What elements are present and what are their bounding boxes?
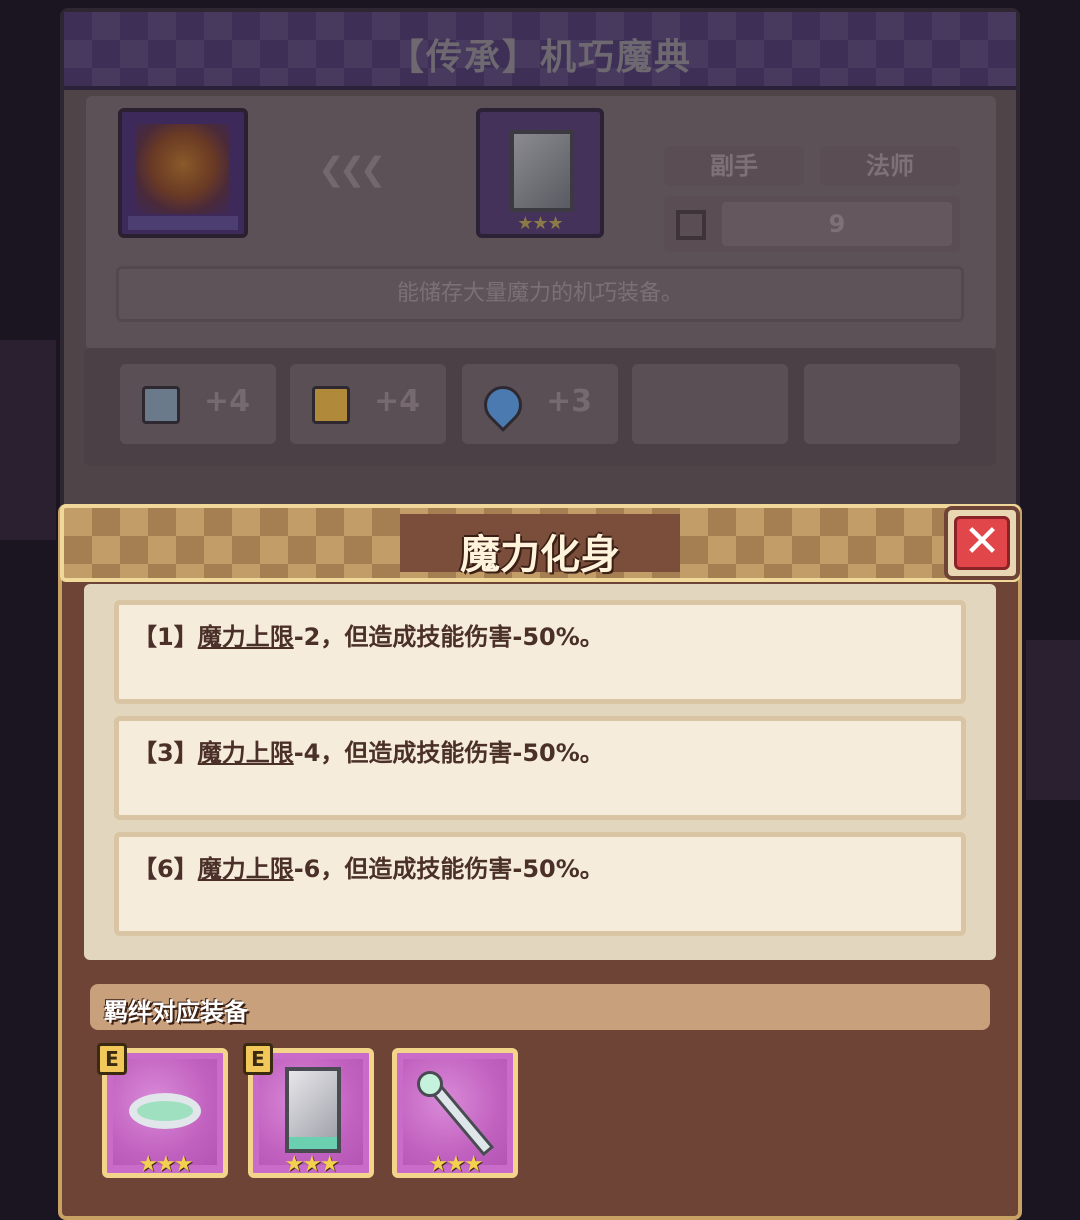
equipment-slot-grimoire[interactable]: E ★★★: [243, 1043, 374, 1178]
effect-text: 【3】魔力上限-4，但造成技能伤害-50%。: [133, 733, 604, 768]
ring-icon: [129, 1093, 201, 1129]
class-tag: 法师: [820, 146, 960, 186]
effect-detail: -4，但造成技能伤害-50%。: [293, 739, 604, 767]
grimoire-icon: [510, 130, 574, 212]
effect-keyword-link[interactable]: 魔力上限: [198, 855, 294, 883]
close-button[interactable]: ✕: [944, 506, 1020, 580]
equipment-stars: ★★★: [284, 1152, 339, 1177]
mana-drop-icon: [476, 378, 530, 432]
bond-equipment-section-bar: 羁绊对应装备: [90, 984, 990, 1030]
effect-card: 【3】魔力上限-4，但造成技能伤害-50%。: [114, 716, 966, 820]
grimoire-icon: [285, 1067, 341, 1153]
stat-slot-empty: [632, 364, 788, 444]
effect-text: 【1】魔力上限-2，但造成技能伤害-50%。: [133, 617, 604, 652]
equipped-badge: E: [97, 1043, 127, 1075]
effect-text: 【6】魔力上限-6，但造成技能伤害-50%。: [133, 849, 604, 884]
left-side-decoration: [0, 340, 56, 540]
level-icon: [676, 210, 706, 240]
effect-keyword-link[interactable]: 魔力上限: [198, 623, 294, 651]
stat-slot-empty: [804, 364, 960, 444]
close-icon: ✕: [954, 516, 1010, 570]
effect-keyword-link[interactable]: 魔力上限: [198, 739, 294, 767]
stat-slot-3: +3: [462, 364, 618, 444]
section-label: 羁绊对应装备: [104, 998, 248, 1026]
equipped-badge: E: [243, 1043, 273, 1075]
wand-gem-icon: [417, 1071, 443, 1097]
right-side-decoration: [1026, 640, 1080, 800]
equipment-stars: ★★★: [138, 1152, 193, 1177]
effect-card: 【6】魔力上限-6，但造成技能伤害-50%。: [114, 832, 966, 936]
equipment-slot-ring[interactable]: E ★★★: [97, 1043, 228, 1178]
effect-tier: 【1】: [133, 623, 198, 651]
item-stars: ★★★: [517, 213, 563, 234]
transfer-arrows-icon: ❮❮❮: [318, 150, 386, 188]
equipment-slot-wand[interactable]: ★★★: [392, 1048, 518, 1178]
book-icon: [142, 386, 180, 424]
slot-tag: 副手: [664, 146, 804, 186]
stat-slot-1: +4: [120, 364, 276, 444]
item-description: 能储存大量魔力的机巧装备。: [116, 266, 964, 322]
item-title: 【传承】机巧魔典: [387, 37, 692, 78]
effect-detail: -2，但造成技能伤害-50%。: [293, 623, 604, 651]
effect-tier: 【3】: [133, 739, 198, 767]
stat-value: +3: [546, 384, 593, 419]
stat-slot-2: +4: [290, 364, 446, 444]
equipment-stars: ★★★: [428, 1152, 483, 1177]
effect-detail: -6，但造成技能伤害-50%。: [293, 855, 604, 883]
character-face-icon: [136, 124, 230, 214]
bond-title: 魔力化身: [460, 532, 620, 578]
boot-icon: [312, 386, 350, 424]
stat-value: +4: [204, 384, 251, 419]
grimoire-spine: [289, 1137, 337, 1149]
item-icon-frame: ★★★: [476, 108, 604, 238]
level-value: 9: [722, 202, 952, 246]
level-box: 9: [664, 196, 960, 252]
effect-card: 【1】魔力上限-2，但造成技能伤害-50%。: [114, 600, 966, 704]
effect-tier: 【6】: [133, 855, 198, 883]
stat-value: +4: [374, 384, 421, 419]
character-portrait: [118, 108, 248, 238]
portrait-bar: [128, 216, 238, 230]
bond-title-plate: 魔力化身: [400, 514, 680, 578]
